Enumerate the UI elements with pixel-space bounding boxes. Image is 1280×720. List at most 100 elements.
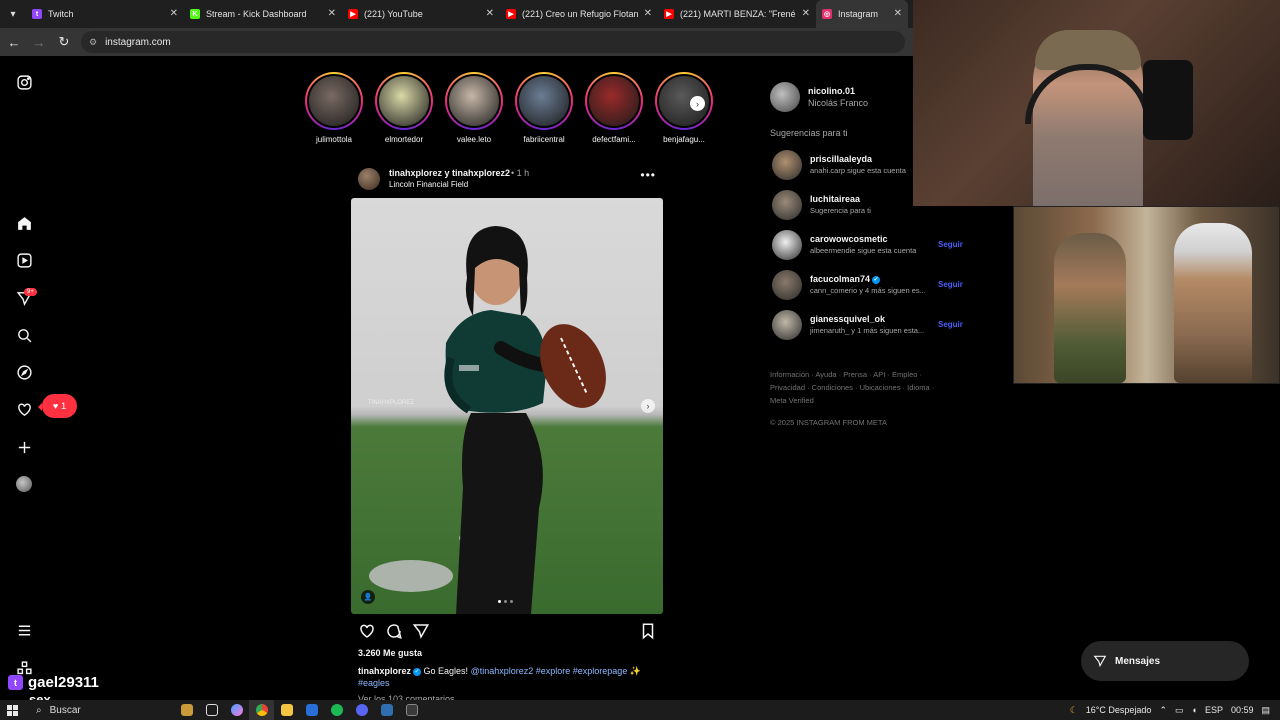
suggestion-username[interactable]: luchitaireaa [810,194,860,204]
share-icon[interactable] [412,622,430,640]
footer-links[interactable]: Información · Ayuda · Prensa · API · Emp… [770,368,940,407]
task-view-icon[interactable] [199,700,224,720]
suggestion-username-text: luchitaireaa [810,194,861,204]
follow-button[interactable]: Seguir [938,280,963,289]
profile-avatar[interactable] [14,474,34,494]
caption-tags[interactable]: @tinahxplorez2 #explore #explorepage ✨ [471,666,641,676]
messages-button[interactable]: Mensajes [1081,641,1249,681]
comment-icon[interactable] [385,622,403,640]
suggestions-title: Sugerencias para ti [770,128,848,138]
suggestion-avatar[interactable] [772,190,802,220]
image-watermark: TINAHXPLOREZ [368,400,415,406]
notification-bubble[interactable]: ♥ 1 [38,394,77,418]
browser-tab[interactable]: ▶ (221) Creo un Refugio Flotante ✕ [500,0,658,28]
menu-icon[interactable] [14,620,34,640]
obs-icon[interactable] [399,700,424,720]
language-indicator[interactable]: ESP [1205,705,1223,715]
tab-search-icon[interactable]: ▾ [0,0,26,28]
masked-figure-right [1174,223,1252,383]
close-tab-icon[interactable]: ✕ [644,8,652,19]
post-authors[interactable]: tinahxplorez y tinahxplorez2 [389,168,510,178]
suggestion-username[interactable]: priscillaaleyda [810,154,872,164]
stories-next-icon[interactable]: › [690,96,705,111]
app-icon[interactable] [374,700,399,720]
spotify-icon[interactable] [324,700,349,720]
suggestion-reason: cann_comerio y 4 más siguen es... [810,286,926,295]
suggestion-avatar[interactable] [772,270,802,300]
stream-overlay-name: t gael29311 [8,674,99,691]
story-username: defectfami... [592,135,636,144]
current-username[interactable]: nicolino.01 [808,86,855,96]
site-settings-icon[interactable]: ⚙ [89,37,97,48]
file-explorer-icon[interactable] [274,700,299,720]
suggestion-avatar[interactable] [772,150,802,180]
browser-tab[interactable]: ▶ (221) MARTI BENZA: "Frené el a ✕ [658,0,816,28]
carousel-next-icon[interactable]: › [641,399,655,413]
home-icon[interactable] [14,213,34,233]
more-options-icon[interactable]: ••• [640,168,656,182]
close-tab-icon[interactable]: ✕ [894,8,902,19]
story-item[interactable]: valee.leto [443,72,505,144]
volume-icon[interactable]: ◖ [1192,705,1197,715]
weather-text[interactable]: 16°C Despejado [1086,705,1152,715]
reels-icon[interactable] [14,250,34,270]
back-icon[interactable]: ← [3,31,25,53]
close-tab-icon[interactable]: ✕ [802,8,810,19]
current-user-avatar[interactable] [770,82,800,112]
story-item[interactable]: defectfami... [583,72,645,144]
taskbar-widget-icon[interactable] [174,700,199,720]
chrome-icon[interactable] [249,700,274,720]
weather-icon[interactable]: ☾ [1070,705,1078,716]
tray-chevron-icon[interactable]: ⌃ [1159,705,1167,716]
browser-tab[interactable]: t Twitch ✕ [26,0,184,28]
post-location[interactable]: Lincoln Financial Field [389,180,468,189]
instagram-logo-icon[interactable] [14,72,34,92]
suggestion-username-text: facucolman74 [810,274,871,284]
browser-tab[interactable]: ◎ Instagram ✕ [816,0,908,28]
save-icon[interactable] [639,622,657,640]
story-item[interactable]: elmortedor [373,72,435,144]
carousel-dots [498,600,513,603]
start-button[interactable] [0,704,24,716]
create-icon[interactable] [14,437,34,457]
like-count[interactable]: 3.260 Me gusta [358,648,422,658]
story-item[interactable]: julimottola [303,72,365,144]
follow-button[interactable]: Seguir [938,240,963,249]
forward-icon[interactable]: → [28,31,50,53]
like-icon[interactable] [358,622,376,640]
explore-icon[interactable] [14,362,34,382]
suggestion-avatar[interactable] [772,230,802,260]
close-tab-icon[interactable]: ✕ [486,8,494,19]
close-tab-icon[interactable]: ✕ [328,8,336,19]
clock[interactable]: 00:59 [1231,705,1254,715]
network-icon[interactable]: ▭ [1175,705,1184,716]
taskbar-search[interactable]: ⌕ Buscar [24,700,174,720]
search-icon[interactable] [14,325,34,345]
tagged-users-icon[interactable]: 👤 [361,590,375,604]
post-author-avatar[interactable] [358,168,380,190]
story-avatar [445,72,503,130]
suggestion-username[interactable]: facucolman74 ✓ [810,274,881,284]
instagram-sidebar: 9+ ♥ 1 [0,56,77,696]
story-item[interactable]: benjafagu... [653,72,715,144]
address-bar[interactable]: ⚙ instagram.com [81,31,905,53]
twitch-icon: t [8,675,23,690]
reload-icon[interactable]: ↻ [53,31,75,53]
follow-button[interactable]: Seguir [938,320,963,329]
store-icon[interactable] [299,700,324,720]
browser-tab[interactable]: ▶ (221) YouTube ✕ [342,0,500,28]
discord-icon[interactable] [349,700,374,720]
caption-tag-eagles[interactable]: #eagles [358,678,390,688]
post-image[interactable]: TINAHXPLOREZ › 👤 [351,198,663,614]
copilot-icon[interactable] [224,700,249,720]
suggestion-username[interactable]: carowowcosmetic [810,234,888,244]
suggestion-avatar[interactable] [772,310,802,340]
notifications-icon[interactable]: ▤ [1261,705,1270,716]
browser-tab[interactable]: K Stream - Kick Dashboard ✕ [184,0,342,28]
close-tab-icon[interactable]: ✕ [170,8,178,19]
notifications-heart-icon[interactable] [14,399,34,419]
caption-username[interactable]: tinahxplorez [358,666,411,676]
taskbar-search-label: Buscar [49,704,81,716]
suggestion-username[interactable]: gianessquivel_ok [810,314,885,324]
story-item[interactable]: fabriicentral [513,72,575,144]
